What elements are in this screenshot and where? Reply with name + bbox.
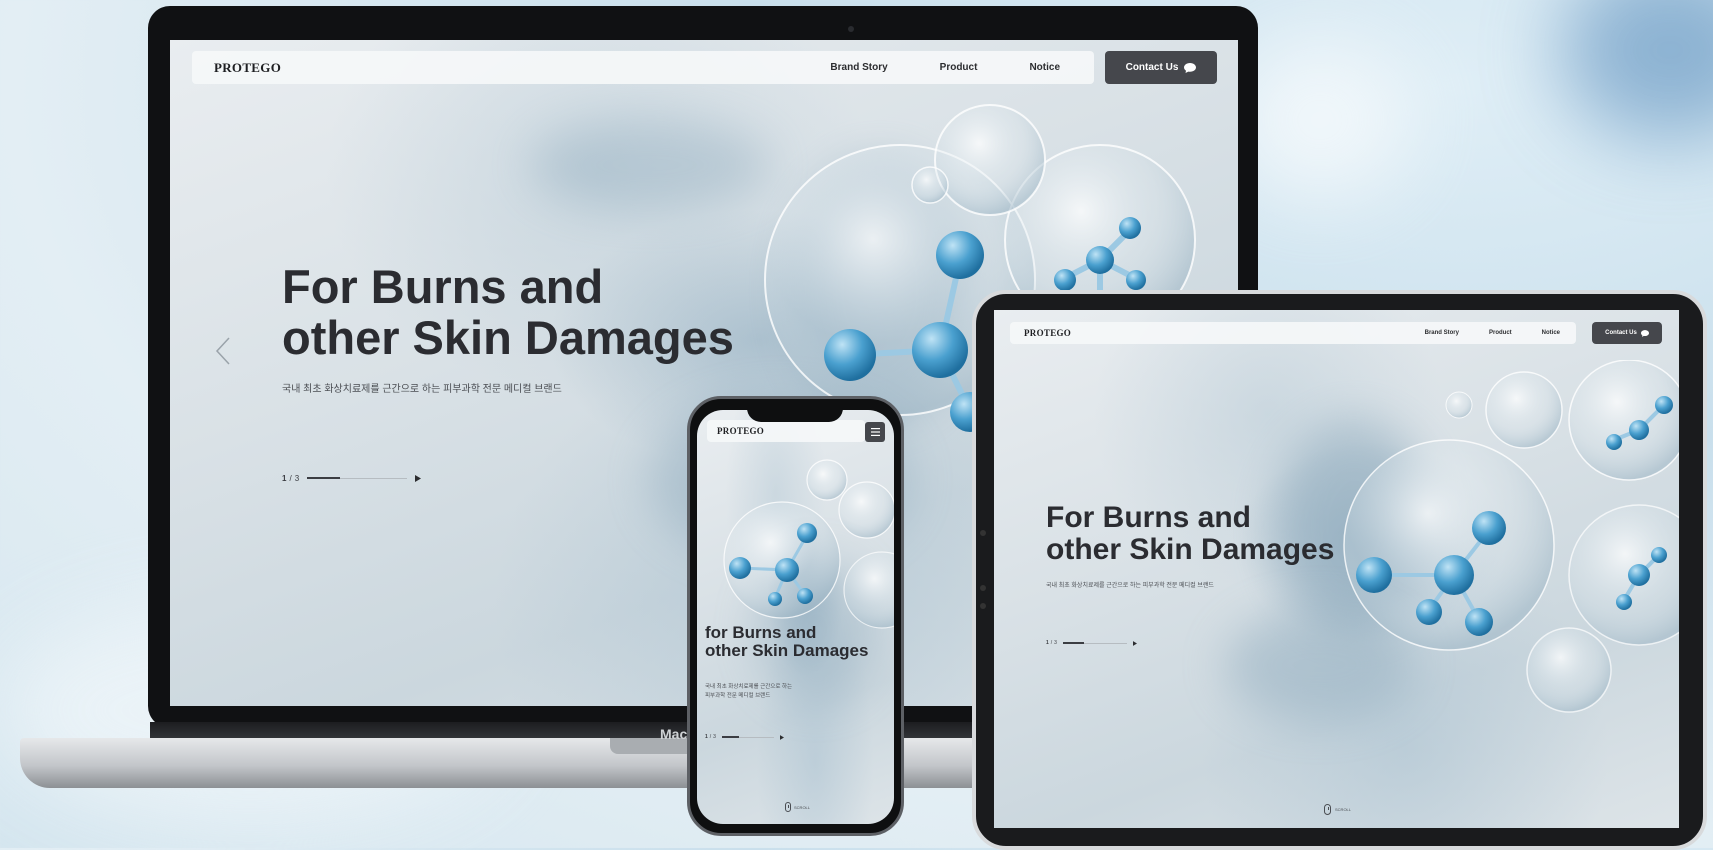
- hero-headline: for Burns and other Skin Damages: [705, 623, 869, 661]
- hamburger-menu-icon: [870, 428, 880, 436]
- contact-us-label: Contact Us: [1605, 330, 1637, 336]
- laptop-camera: [848, 26, 854, 32]
- nav-product[interactable]: Product: [1489, 330, 1512, 336]
- slide-counter: 1 / 3: [705, 734, 784, 740]
- slide-counter: 1 / 3: [1046, 640, 1137, 646]
- tablet-navbar: PROTEGO Brand Story Product Notice: [1010, 322, 1576, 344]
- tablet-side-button: [980, 585, 986, 591]
- slide-progress-fill: [721, 735, 740, 738]
- tablet-side-button: [980, 530, 986, 536]
- slide-current: 1: [1046, 640, 1049, 646]
- nav-notice[interactable]: Notice: [1029, 62, 1060, 73]
- slide-separator: /: [1050, 640, 1053, 646]
- tablet-screen: PROTEGO Brand Story Product Notice Conta…: [994, 310, 1679, 828]
- nav-product[interactable]: Product: [940, 62, 978, 73]
- scroll-indicator[interactable]: SCROLL: [785, 802, 810, 812]
- hero-headline-line1: For Burns and: [282, 260, 604, 313]
- slide-progress-track: [721, 735, 774, 738]
- slide-current: 1: [705, 734, 708, 740]
- menu-button[interactable]: [865, 422, 885, 442]
- slide-progress-track: [1062, 641, 1127, 644]
- hero-subtitle: 국내 최초 화상치료제를 근간으로 하는 피부과학 전문 메디컬 브랜드: [282, 384, 562, 395]
- mouse-scroll-icon: [785, 802, 791, 812]
- hero-subtitle-line2: 피부과학 전문 메디컬 브랜드: [705, 693, 771, 700]
- hero-headline-line2: other Skin Damages: [282, 310, 734, 364]
- contact-us-button[interactable]: Contact Us: [1105, 51, 1217, 84]
- molecule-bubbles-graphic: [1343, 360, 1679, 713]
- chevron-left-icon[interactable]: [215, 336, 231, 366]
- slide-total: 3: [294, 474, 300, 483]
- background-blob: [1560, 0, 1713, 140]
- hero-headline-line2: other Skin Damages: [1046, 533, 1335, 567]
- hero-headline-line2: other Skin Damages: [705, 641, 869, 661]
- slide-separator: /: [709, 734, 712, 740]
- tablet-side-button: [980, 603, 986, 609]
- scroll-label: SCROLL: [794, 804, 811, 810]
- slide-separator: /: [289, 474, 292, 483]
- slide-progress-track: [307, 477, 408, 479]
- phone-notch: [747, 402, 843, 422]
- chat-bubble-icon: [1640, 329, 1649, 337]
- play-icon[interactable]: [415, 475, 422, 482]
- nav-links: Brand Story Product Notice: [1425, 330, 1560, 336]
- hero-headline: For Burns and other Skin Damages: [282, 260, 734, 364]
- slide-current: 1: [282, 474, 287, 483]
- scroll-indicator[interactable]: SCROLL: [1324, 804, 1351, 815]
- hero-headline-line1: For Burns and: [1046, 501, 1252, 534]
- nav-brand-story[interactable]: Brand Story: [1425, 330, 1459, 336]
- slide-counter: 1 / 3: [282, 474, 422, 483]
- laptop-brand-label: Mac: [660, 726, 688, 742]
- contact-us-button[interactable]: Contact Us: [1592, 322, 1662, 344]
- play-icon[interactable]: [779, 734, 784, 740]
- slide-progress-fill: [1062, 641, 1085, 644]
- phone-screen: PROTEGO for Burns and other Skin Damages…: [697, 410, 894, 824]
- laptop-navbar: PROTEGO Brand Story Product Notice: [192, 51, 1094, 84]
- slide-progress-fill: [307, 477, 341, 479]
- hero-subtitle-line1: 국내 최초 화상치료제를 근간으로 하는: [705, 684, 793, 690]
- nav-links: Brand Story Product Notice: [830, 62, 1060, 73]
- phone-navbar: PROTEGO: [707, 420, 865, 442]
- hero-headline: For Burns and other Skin Damages: [1046, 501, 1335, 567]
- brand-logo[interactable]: PROTEGO: [717, 426, 764, 436]
- molecule-bubbles-graphic: [723, 459, 894, 629]
- scroll-label: SCROLL: [1335, 807, 1352, 812]
- slide-total: 3: [1054, 640, 1057, 646]
- hero-subtitle: 국내 최초 화상치료제를 근간으로 하는 피부과학 전문 메디컬 브랜드: [1046, 583, 1214, 589]
- nav-notice[interactable]: Notice: [1542, 330, 1560, 336]
- mouse-scroll-icon: [1324, 804, 1331, 815]
- brand-logo[interactable]: PROTEGO: [1024, 328, 1071, 338]
- slide-total: 3: [713, 734, 716, 740]
- play-icon[interactable]: [1132, 640, 1137, 646]
- nav-brand-story[interactable]: Brand Story: [830, 62, 887, 73]
- hero-headline-line1: for Burns and: [705, 623, 817, 642]
- chat-bubble-icon: [1184, 62, 1197, 73]
- brand-logo[interactable]: PROTEGO: [214, 60, 281, 76]
- contact-us-label: Contact Us: [1125, 62, 1179, 73]
- hero-subtitle: 국내 최초 화상치료제를 근간으로 하는 피부과학 전문 메디컬 브랜드: [705, 683, 792, 702]
